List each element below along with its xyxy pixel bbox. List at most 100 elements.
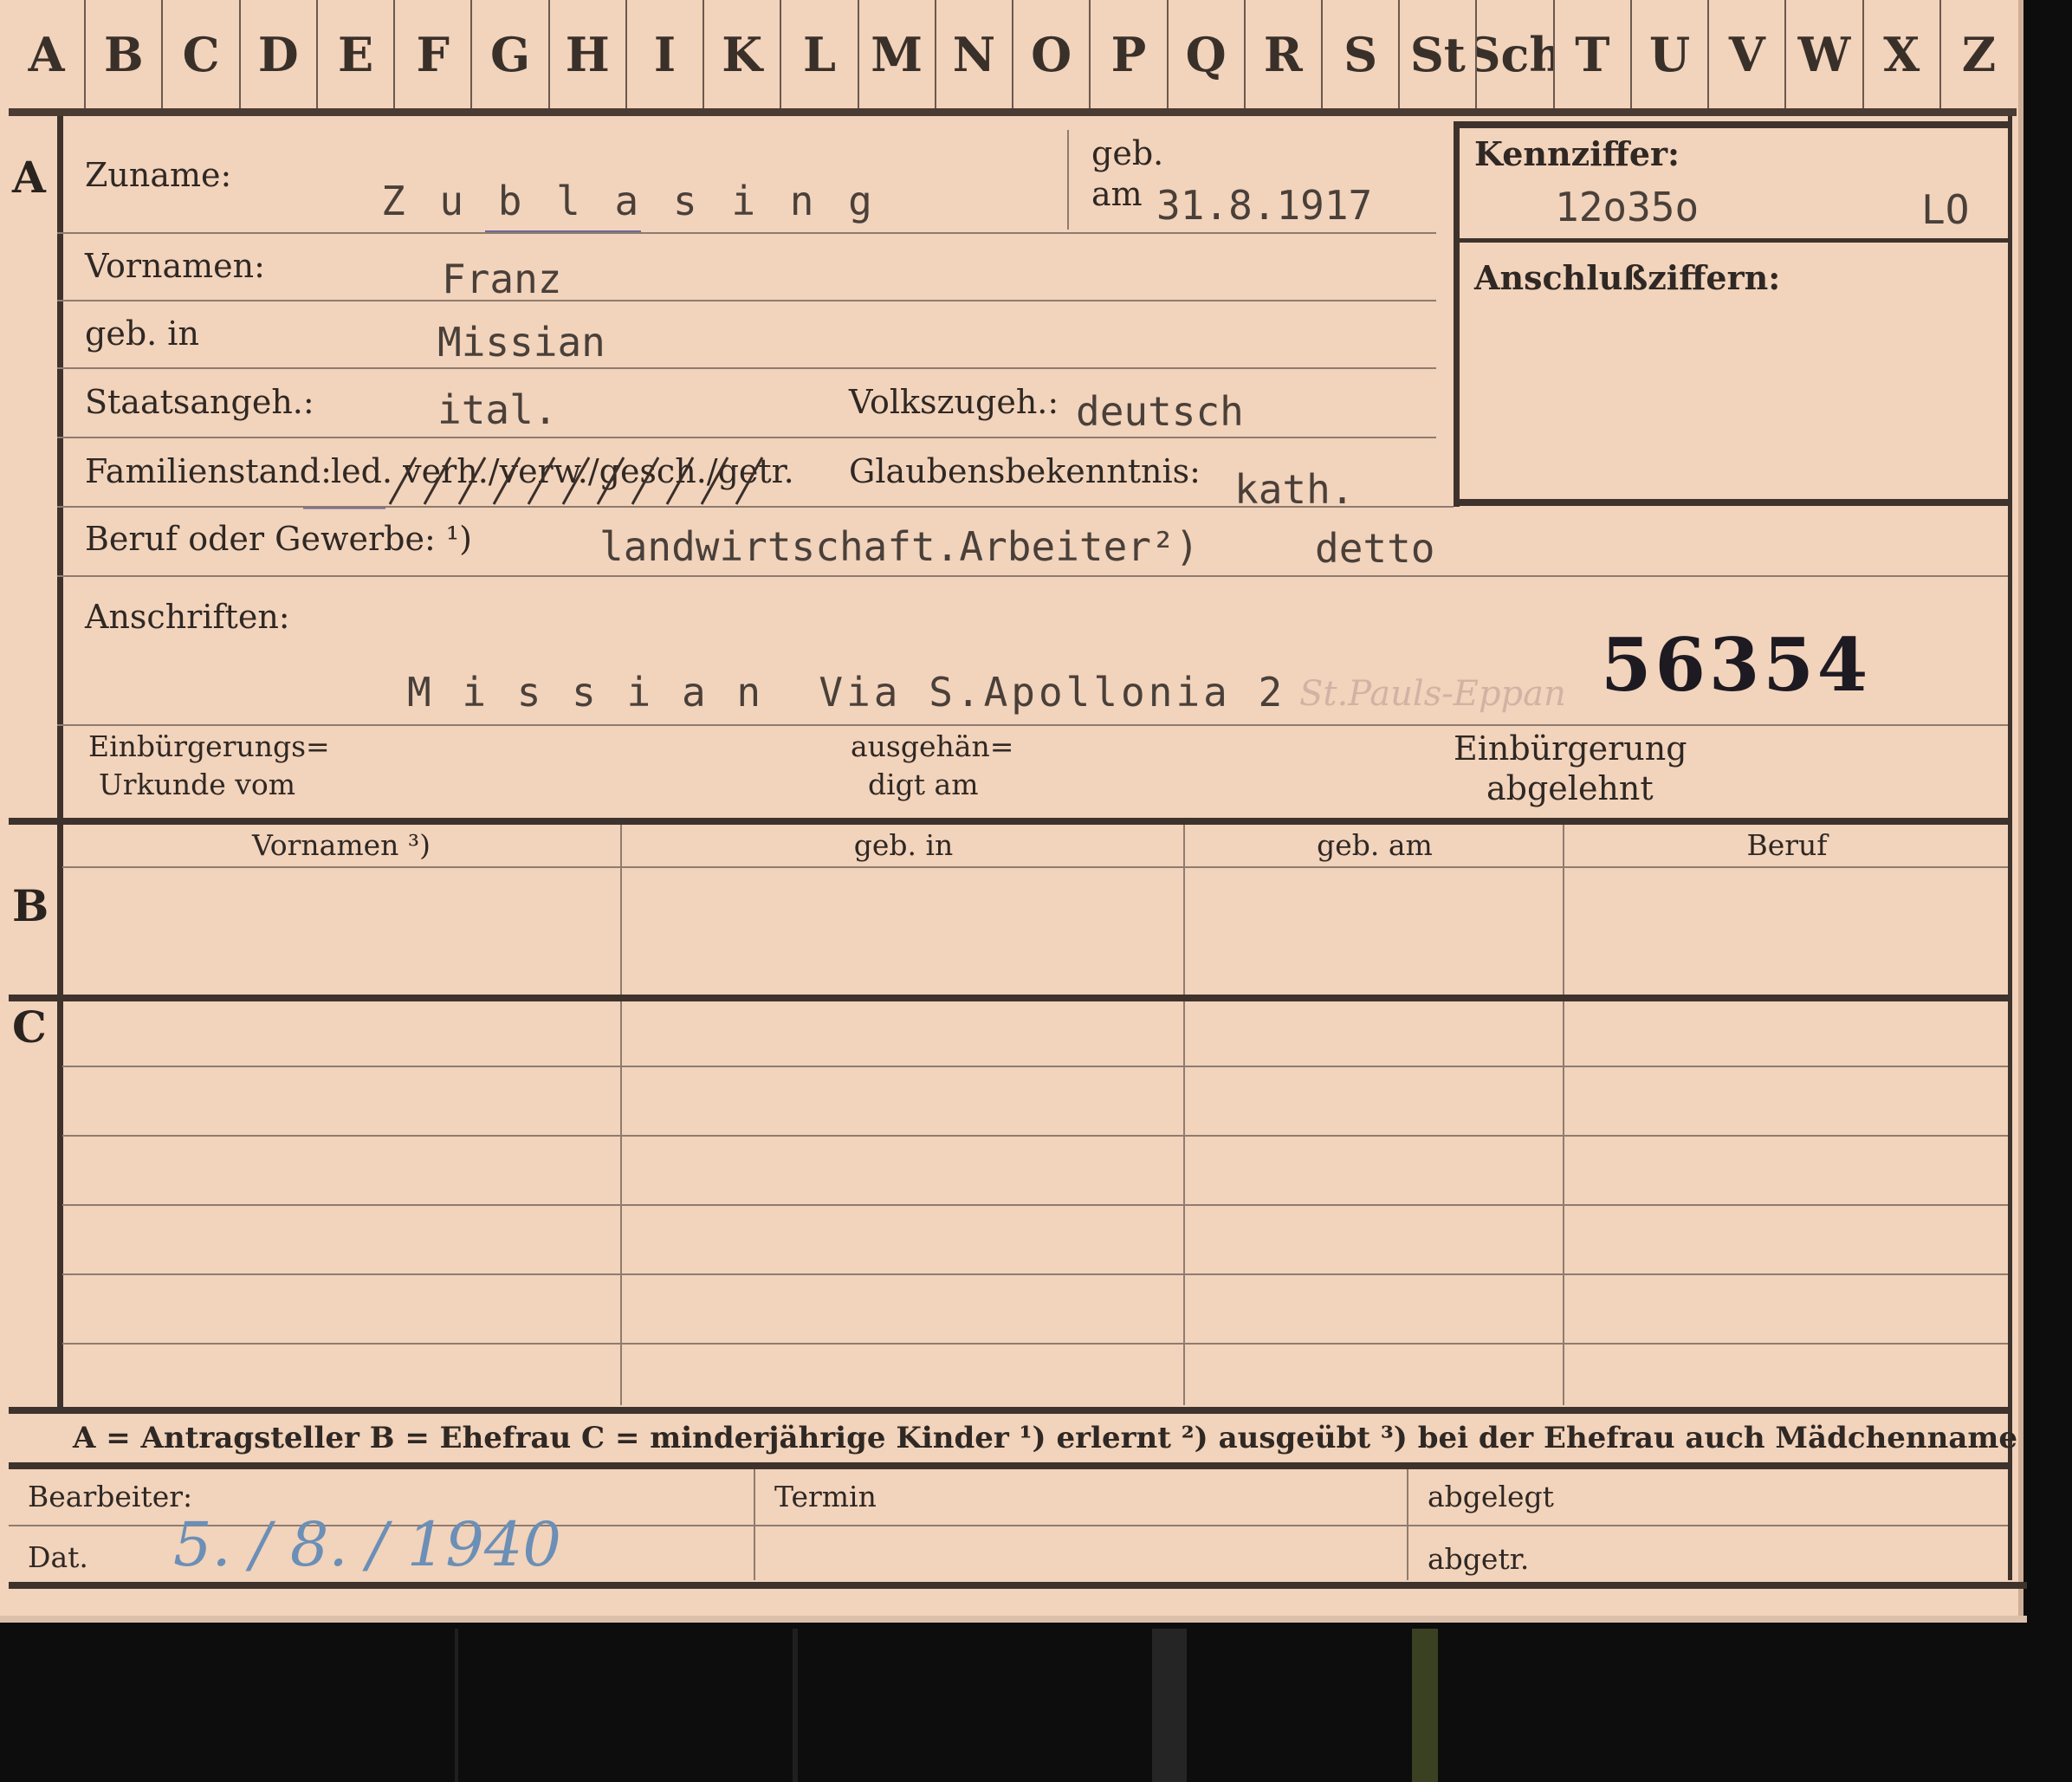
dat-label: Dat. [28, 1540, 88, 1574]
row-line-3 [57, 367, 1436, 369]
familien-strikethrough [303, 457, 764, 509]
zuname-label: Zuname: [85, 156, 232, 194]
index-tab-h[interactable]: H [550, 0, 627, 108]
row-line-5 [57, 506, 1454, 508]
row-line-4 [57, 437, 1436, 438]
section-c-row-2 [62, 1135, 2008, 1137]
ausgehaen-label-1: ausgehän= [851, 729, 1014, 763]
row-line-1 [57, 232, 1436, 234]
einb-urkunde-label-2: Urkunde vom [99, 768, 296, 801]
vornamen-value: Franz [442, 256, 562, 302]
index-tab-sch[interactable]: Sch [1477, 0, 1555, 108]
bearbeiter-label: Bearbeiter: [28, 1480, 193, 1513]
col-divider-2 [1183, 825, 1185, 1405]
index-tab-i[interactable]: I [627, 0, 705, 108]
section-b-top-border [9, 818, 2008, 825]
index-tab-r[interactable]: R [1246, 0, 1323, 108]
col-divider-1 [620, 825, 622, 1405]
section-b-header-line [62, 866, 2008, 868]
termin-label: Termin [774, 1480, 877, 1513]
staat-value: ital. [437, 386, 558, 433]
section-a-left-border [57, 116, 63, 818]
registration-card: ABCDEFGHIKLMNOPQRSStSchTUVWXZ A Zuname: … [0, 0, 2027, 1616]
legend-bottom-border [9, 1462, 2008, 1469]
index-tab-o[interactable]: O [1013, 0, 1091, 108]
index-tab-v[interactable]: V [1709, 0, 1787, 108]
legend-top-border [9, 1407, 2008, 1414]
background-stripe [1412, 1629, 1438, 1782]
alphabet-index-tabs: ABCDEFGHIKLMNOPQRSStSchTUVWXZ [9, 0, 2017, 116]
ausgehaen-label-2: digt am [868, 768, 979, 801]
row-line-2 [57, 300, 1436, 301]
abgetr-label: abgetr. [1428, 1542, 1530, 1576]
beruf-label: Beruf oder Gewerbe: ¹) [85, 520, 472, 558]
col-head-vornamen: Vornamen ³) [251, 828, 431, 862]
einb-urkunde-label-1: Einbürgerungs= [88, 729, 330, 763]
section-b-letter: B [12, 880, 49, 931]
row-line-6 [57, 575, 2008, 577]
section-c-row-5 [62, 1343, 2008, 1345]
geb-label: geb. [1091, 134, 1164, 172]
index-tab-m[interactable]: M [859, 0, 936, 108]
kennziffer-label: Kennziffer: [1474, 134, 1680, 173]
index-tab-q[interactable]: Q [1169, 0, 1246, 108]
index-tab-a[interactable]: A [9, 0, 87, 108]
col-head-geb-in: geb. in [853, 828, 954, 862]
kennziffer-box-bottom [1454, 499, 2008, 506]
col-head-beruf: Beruf [1746, 828, 1828, 862]
volks-value: deutsch [1076, 388, 1244, 435]
section-a-letter: A [12, 152, 46, 203]
abgelegt-label: abgelegt [1428, 1480, 1554, 1513]
background-stripe [455, 1629, 458, 1782]
registration-number: 56354 [1601, 622, 1872, 708]
index-tab-s[interactable]: S [1323, 0, 1401, 108]
index-tab-e[interactable]: E [318, 0, 396, 108]
dat-value: 5. / 8. / 1940 [173, 1509, 561, 1580]
section-c-letter: C [12, 1001, 47, 1053]
beruf-value: landwirtschaft.Arbeiter²) [599, 523, 1200, 570]
index-tab-b[interactable]: B [86, 0, 164, 108]
geb-divider [1067, 130, 1069, 230]
col-head-geb-am: geb. am [1317, 828, 1433, 862]
index-tab-z[interactable]: Z [1941, 0, 2017, 108]
card-edge-shadow [0, 1616, 2027, 1623]
index-tab-u[interactable]: U [1632, 0, 1710, 108]
footer-divider-1 [754, 1469, 755, 1580]
col-divider-3 [1563, 825, 1564, 1405]
background-stripe [793, 1629, 798, 1782]
einb-abgelehnt-2: abgelehnt [1486, 769, 1654, 807]
index-tab-c[interactable]: C [163, 0, 241, 108]
kennziffer-box-left [1454, 121, 1460, 507]
index-tab-t[interactable]: T [1555, 0, 1632, 108]
index-tab-f[interactable]: F [395, 0, 473, 108]
legend-text: A = Antragsteller B = Ehefrau C = minder… [73, 1421, 2017, 1455]
kennziffer-code: LO [1921, 186, 1970, 233]
row-line-7 [57, 724, 2008, 726]
section-c-top-border [9, 995, 2008, 1001]
staat-label: Staatsangeh.: [85, 383, 314, 421]
glaubens-label: Glaubensbekenntnis: [849, 452, 1201, 490]
anschriften-label: Anschriften: [85, 598, 290, 636]
index-tab-l[interactable]: L [781, 0, 859, 108]
volks-label: Volkszugeh.: [849, 383, 1059, 421]
am-label: am [1091, 175, 1143, 213]
kennziffer-box-top [1454, 121, 2008, 128]
index-tab-d[interactable]: D [241, 0, 318, 108]
index-tab-w[interactable]: W [1786, 0, 1864, 108]
index-tab-p[interactable]: P [1091, 0, 1169, 108]
anschrift-value: M i s s i a n Via S.Apollonia 2 [407, 669, 1286, 716]
vornamen-label: Vornamen: [85, 247, 265, 285]
section-c-row-4 [62, 1273, 2008, 1275]
anschluss-label: Anschlußziffern: [1474, 258, 1781, 297]
index-tab-x[interactable]: X [1864, 0, 1941, 108]
card-bottom-border [9, 1582, 2027, 1589]
zuname-value: Z u b l a s i n g [381, 178, 877, 224]
kennziffer-divider [1454, 238, 2008, 243]
birth-date: 31.8.1917 [1156, 182, 1373, 229]
index-tab-n[interactable]: N [936, 0, 1014, 108]
section-c-row-3 [62, 1204, 2008, 1206]
index-tab-k[interactable]: K [704, 0, 782, 108]
index-tab-st[interactable]: St [1400, 0, 1478, 108]
index-tab-g[interactable]: G [472, 0, 550, 108]
section-c-row-1 [62, 1066, 2008, 1067]
